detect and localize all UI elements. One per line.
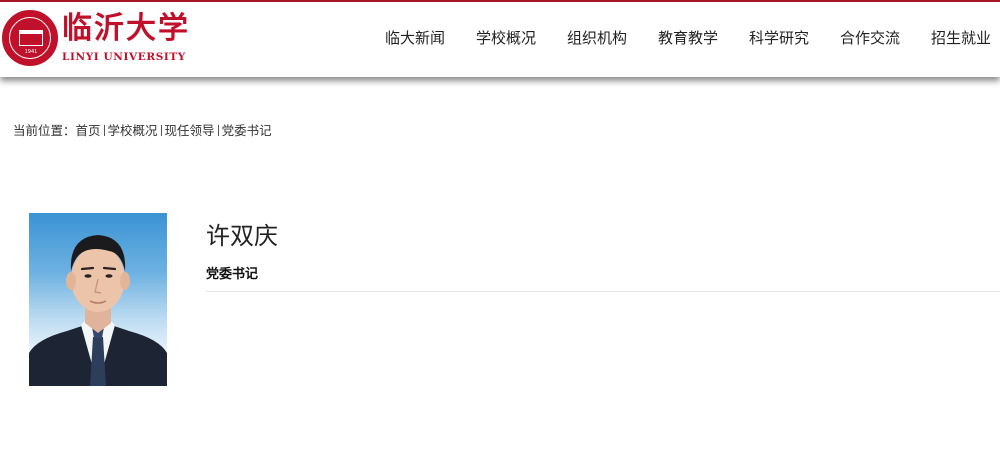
nav-item-organization[interactable]: 组织机构 xyxy=(567,26,627,50)
leader-name: 许双庆 xyxy=(206,222,278,250)
site-header: 1941 临沂大学 LINYI UNIVERSITY 临大新闻 学校概况 组织机… xyxy=(0,2,1000,77)
main-navigation: 临大新闻 学校概况 组织机构 教育教学 科学研究 合作交流 招生就业 xyxy=(0,26,1000,50)
nav-item-about[interactable]: 学校概况 xyxy=(476,26,536,50)
logo-english-name: LINYI UNIVERSITY xyxy=(62,51,186,63)
breadcrumb: 当前位置：首页 学校概况 现任领导 党委书记 xyxy=(13,122,272,140)
nav-item-admissions[interactable]: 招生就业 xyxy=(931,26,991,50)
breadcrumb-home[interactable]: 首页 xyxy=(76,122,101,140)
nav-item-news[interactable]: 临大新闻 xyxy=(385,26,445,50)
breadcrumb-about[interactable]: 学校概况 xyxy=(108,122,158,140)
breadcrumb-current: 党委书记 xyxy=(221,123,272,138)
nav-item-education[interactable]: 教育教学 xyxy=(658,26,718,50)
breadcrumb-prefix: 当前位置： xyxy=(13,123,76,138)
nav-item-research[interactable]: 科学研究 xyxy=(749,26,809,50)
portrait-photo xyxy=(29,213,167,386)
profile-divider xyxy=(206,291,1000,292)
breadcrumb-leaders[interactable]: 现任领导 xyxy=(165,122,215,140)
portrait-illustration xyxy=(29,235,167,386)
breadcrumb-separator xyxy=(103,125,105,136)
breadcrumb-separator xyxy=(217,125,219,136)
leader-title: 党委书记 xyxy=(206,267,259,282)
breadcrumb-separator xyxy=(160,125,162,136)
nav-item-cooperation[interactable]: 合作交流 xyxy=(840,26,900,50)
